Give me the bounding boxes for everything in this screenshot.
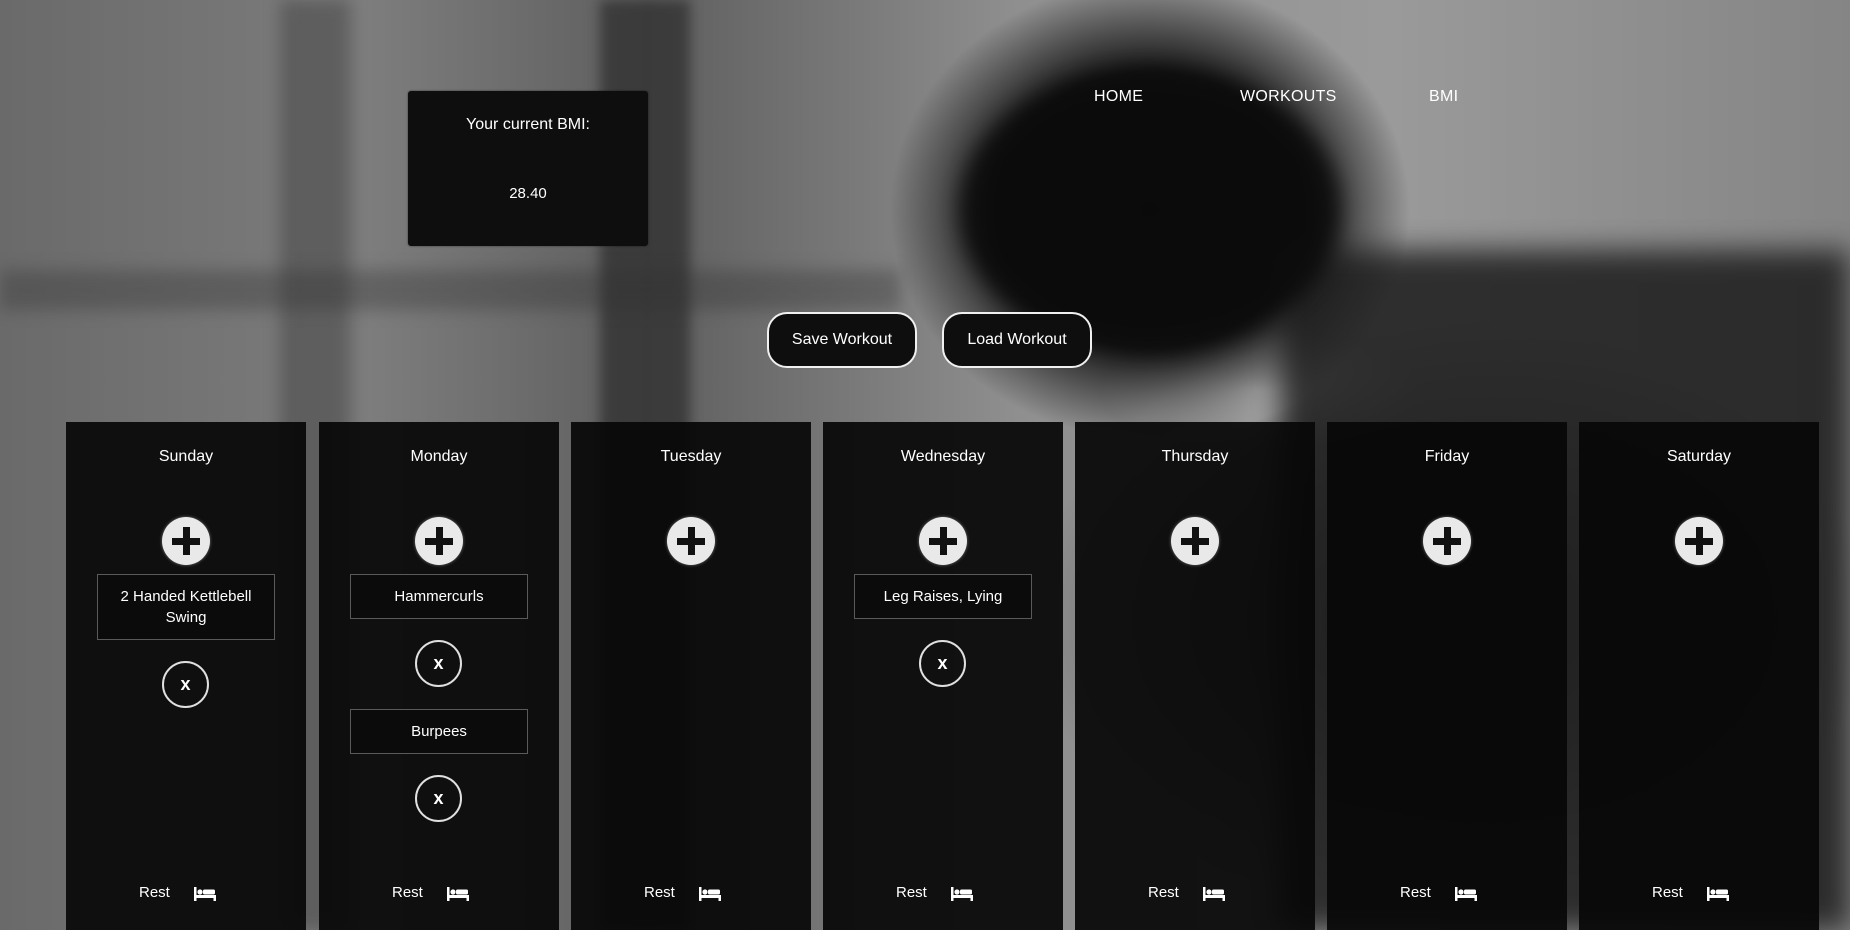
bed-icon[interactable]: [951, 886, 973, 902]
plus-icon[interactable]: [1171, 517, 1219, 565]
remove-exercise-button[interactable]: x: [162, 661, 209, 708]
day-name: Sunday: [158, 448, 214, 465]
main-nav: HOME WORKOUTS BMI: [0, 88, 1850, 112]
day-column-monday: Monday Hammercurls x Burpees x Rest: [319, 422, 559, 930]
day-name: Tuesday: [660, 448, 722, 465]
rest-label: Rest: [644, 884, 675, 901]
exercise-item[interactable]: Burpees: [350, 709, 528, 754]
day-column-saturday: Saturday Rest: [1579, 422, 1819, 930]
day-column-wednesday: Wednesday Leg Raises, Lying x Rest: [823, 422, 1063, 930]
day-column-friday: Friday Rest: [1327, 422, 1567, 930]
plus-icon[interactable]: [667, 517, 715, 565]
plus-icon[interactable]: [1675, 517, 1723, 565]
bed-icon[interactable]: [194, 886, 216, 902]
load-workout-button[interactable]: Load Workout: [942, 312, 1092, 368]
bed-icon[interactable]: [699, 886, 721, 902]
rest-toggle[interactable]: Rest: [1579, 884, 1819, 904]
day-column-sunday: Sunday 2 Handed Kettlebell Swing x Rest: [66, 422, 306, 930]
rest-toggle[interactable]: Rest: [319, 884, 559, 904]
day-name: Monday: [410, 448, 468, 465]
bed-icon[interactable]: [1707, 886, 1729, 902]
plus-icon[interactable]: [919, 517, 967, 565]
plus-icon[interactable]: [1423, 517, 1471, 565]
remove-exercise-button[interactable]: x: [919, 640, 966, 687]
remove-exercise-button[interactable]: x: [415, 640, 462, 687]
rest-label: Rest: [896, 884, 927, 901]
rest-toggle[interactable]: Rest: [823, 884, 1063, 904]
bed-icon[interactable]: [1455, 886, 1477, 902]
remove-exercise-button[interactable]: x: [415, 775, 462, 822]
rest-label: Rest: [392, 884, 423, 901]
plus-icon[interactable]: [162, 517, 210, 565]
bmi-card: Your current BMI: 28.40: [408, 91, 648, 246]
rest-toggle[interactable]: Rest: [1327, 884, 1567, 904]
rest-label: Rest: [1652, 884, 1683, 901]
plus-icon[interactable]: [415, 517, 463, 565]
exercise-item[interactable]: 2 Handed Kettlebell Swing: [97, 574, 275, 640]
rest-label: Rest: [139, 884, 170, 901]
rest-label: Rest: [1400, 884, 1431, 901]
day-column-thursday: Thursday Rest: [1075, 422, 1315, 930]
rest-toggle[interactable]: Rest: [66, 884, 306, 904]
nav-workouts-link[interactable]: WORKOUTS: [1240, 88, 1337, 106]
rest-label: Rest: [1148, 884, 1179, 901]
bmi-label: Your current BMI:: [466, 116, 590, 133]
day-name: Friday: [1424, 448, 1470, 465]
rest-toggle[interactable]: Rest: [1075, 884, 1315, 904]
day-name: Thursday: [1161, 448, 1229, 465]
rest-toggle[interactable]: Rest: [571, 884, 811, 904]
save-workout-button[interactable]: Save Workout: [767, 312, 917, 368]
nav-home-link[interactable]: HOME: [1094, 88, 1143, 106]
day-name: Saturday: [1666, 448, 1732, 465]
day-name: Wednesday: [900, 448, 986, 465]
bed-icon[interactable]: [447, 886, 469, 902]
bed-icon[interactable]: [1203, 886, 1225, 902]
nav-bmi-link[interactable]: BMI: [1429, 88, 1458, 106]
day-column-tuesday: Tuesday Rest: [571, 422, 811, 930]
bmi-value: 28.40: [509, 185, 547, 202]
exercise-item[interactable]: Hammercurls: [350, 574, 528, 619]
exercise-item[interactable]: Leg Raises, Lying: [854, 574, 1032, 619]
